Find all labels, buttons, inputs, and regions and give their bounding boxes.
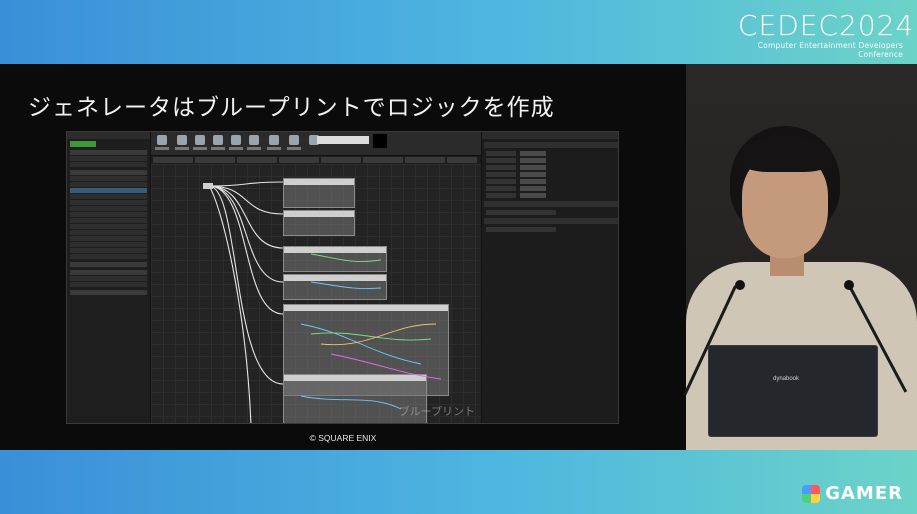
gamer-logo: GAMER [802,483,903,504]
gamer-logo-icon [802,484,821,503]
editor-tab [321,157,361,163]
toolbar-label [229,147,243,150]
panel-row [70,242,147,247]
compile-icon [157,135,167,145]
panel-row [70,206,147,211]
toolbar-label [175,147,189,150]
find-icon [231,135,241,145]
panel-row [70,230,147,235]
panel-row [70,188,147,193]
details-property [486,165,616,170]
presentation-slide: ジェネレータはブループリントでロジックを作成 ブループリント © SQUARE … [0,64,686,450]
debug-filter-dropdown [317,136,369,144]
microphone-icon [735,280,745,290]
details-property [486,227,616,232]
speaker-video: dynabook [683,64,917,450]
blueprint-editor-screenshot: ブループリント [66,131,619,424]
panel-row [70,224,147,229]
panel-row [70,248,147,253]
panel-row [70,162,147,167]
blueprint-event-graph: ブループリント [151,164,481,423]
details-section [484,142,618,148]
panel-row [70,282,147,287]
cedec-logo-text: CEDEC2024 [738,9,915,42]
panel-row [70,176,147,181]
slide-copyright: © SQUARE ENIX [309,433,377,443]
editor-tab [153,157,193,163]
preview-thumbnail [373,134,387,148]
speaker-laptop: dynabook [708,345,878,437]
blueprint-watermark: ブループリント [398,405,475,418]
details-property [486,210,616,215]
add-button [70,141,96,147]
laptop-brand-label: dynabook [773,376,800,382]
cedec-logo-subtitle: Computer Entertainment Developers Confer… [757,41,903,59]
microphone-icon [844,280,854,290]
panel-row [70,150,147,155]
diff-icon [213,135,223,145]
blueprint-pin-wires [300,253,442,410]
editor-tab [447,157,477,163]
toolbar-label [155,147,169,150]
panel-row [70,200,147,205]
panel-row [70,254,147,259]
panel-row [70,156,147,161]
panel-row [70,218,147,223]
toolbar-label [211,147,225,150]
browse-icon [195,135,205,145]
editor-tab [279,157,319,163]
cedec-logo: CEDEC2024 Computer Entertainment Develop… [738,9,915,60]
editor-toolbar [151,132,481,156]
panel-header [67,132,150,139]
panel-row [70,212,147,217]
settings-icon [249,135,259,145]
editor-tab [195,157,235,163]
panel-row [70,194,147,199]
defaults-icon [269,135,279,145]
panel-row [70,236,147,241]
details-property [486,193,616,198]
details-property [486,158,616,163]
speaker-fringe [740,136,832,172]
panel-row [70,276,147,281]
bottom-banner: GAMER [0,450,917,514]
toolbar-label [193,147,207,150]
editor-tab [363,157,403,163]
details-property [486,186,616,191]
toolbar-label [287,147,301,150]
details-property [486,179,616,184]
details-property [486,172,616,177]
top-banner: CEDEC2024 Computer Entertainment Develop… [0,0,917,64]
panel-row [70,290,147,295]
editor-tab-bar [151,156,481,164]
editor-details-panel [481,132,618,423]
details-section [484,201,618,207]
details-section [484,218,618,224]
editor-tab [237,157,277,163]
details-property [486,151,616,156]
slide-title: ジェネレータはブループリントでロジックを作成 [28,95,555,121]
simulate-icon [289,135,299,145]
toolbar-label [247,147,261,150]
panel-row [70,262,147,267]
gamer-logo-text: GAMER [825,483,903,504]
toolbar-label [267,147,281,150]
editor-tab [405,157,445,163]
editor-my-blueprint-panel [67,132,151,423]
panel-header [482,132,618,139]
panel-row [70,270,147,275]
panel-row [70,170,147,175]
save-icon [177,135,187,145]
panel-row [70,182,147,187]
